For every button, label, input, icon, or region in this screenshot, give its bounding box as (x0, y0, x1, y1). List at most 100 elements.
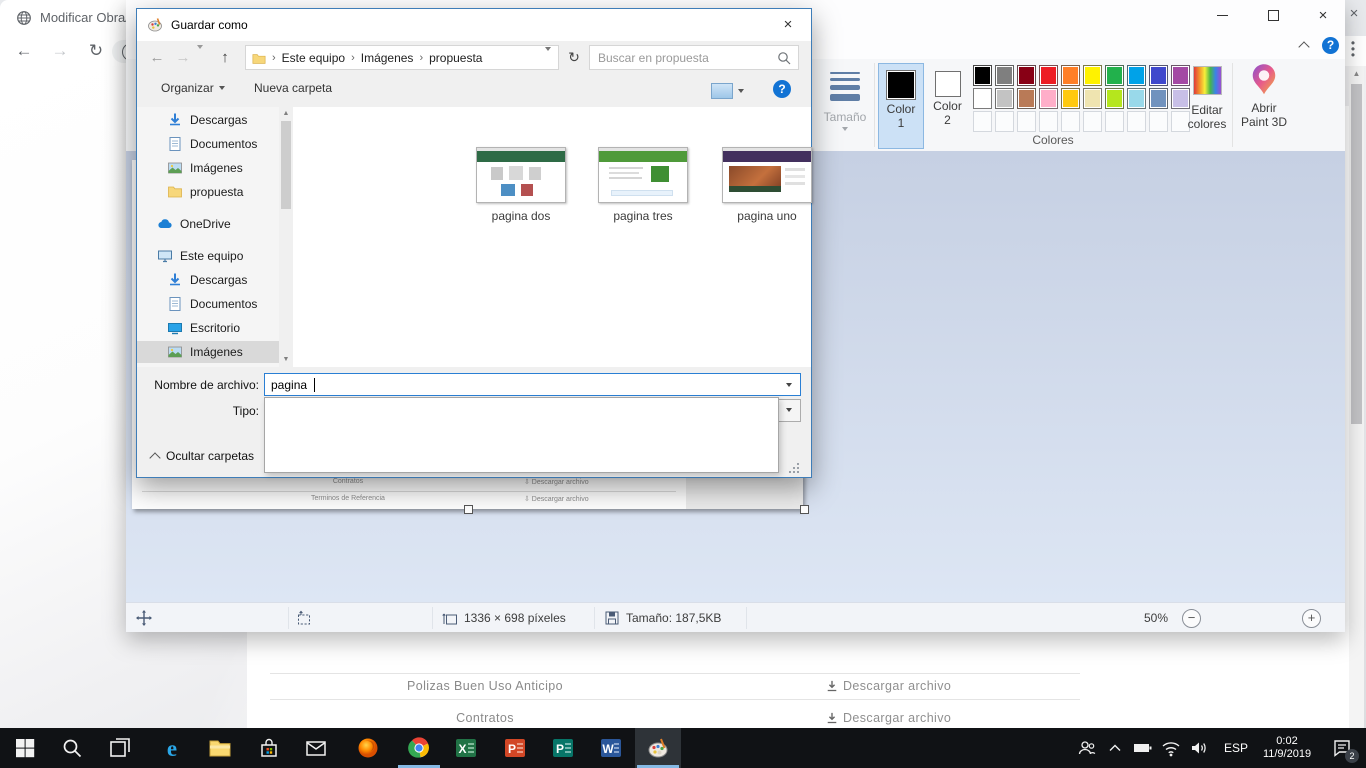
minimize-button[interactable] (1207, 7, 1237, 23)
color1-button[interactable]: Color 1 (878, 63, 924, 149)
palette-swatch-empty[interactable] (1039, 111, 1058, 132)
scrollbar-thumb[interactable] (281, 121, 291, 209)
scroll-up-icon[interactable]: ▲ (1351, 68, 1362, 79)
palette-swatch[interactable] (1149, 65, 1168, 86)
taskbar-icon-file-explorer[interactable] (208, 736, 232, 760)
download-link[interactable]: Descargar archivo (826, 711, 951, 725)
taskbar-icon-firefox[interactable] (356, 736, 380, 760)
sidebar-item-escritorio[interactable]: Escritorio (137, 317, 279, 339)
palette-swatch[interactable] (1039, 65, 1058, 86)
zoom-in-button[interactable]: + (1302, 609, 1321, 628)
search-icon[interactable] (777, 51, 791, 65)
palette-swatch[interactable] (1149, 88, 1168, 109)
language-indicator[interactable]: ESP (1224, 741, 1248, 755)
taskbar-icon-paint[interactable] (646, 736, 670, 760)
palette-swatch[interactable] (1105, 65, 1124, 86)
taskbar-icon-publisher[interactable]: P (551, 736, 575, 760)
paint-help-icon[interactable]: ? (1322, 37, 1339, 54)
palette-swatch[interactable] (995, 88, 1014, 109)
breadcrumb-item[interactable]: propuesta (427, 51, 484, 65)
up-icon[interactable]: ↑ (213, 45, 237, 70)
palette-swatch[interactable] (995, 65, 1014, 86)
palette-swatch-empty[interactable] (1017, 111, 1036, 132)
palette-swatch[interactable] (1017, 65, 1036, 86)
palette-swatch[interactable] (1127, 88, 1146, 109)
palette-swatch-empty[interactable] (1083, 111, 1102, 132)
palette-swatch[interactable] (973, 88, 992, 109)
palette-swatch[interactable] (1061, 88, 1080, 109)
show-hidden-icons-chevron[interactable] (1104, 737, 1126, 759)
battery-icon[interactable] (1132, 737, 1154, 759)
people-icon[interactable] (1076, 737, 1098, 759)
dialog-forward-icon[interactable]: → (171, 45, 195, 70)
palette-swatch-empty[interactable] (1105, 111, 1124, 132)
palette-swatch[interactable] (1127, 65, 1146, 86)
palette-swatch-empty[interactable] (973, 111, 992, 132)
view-mode-button[interactable] (711, 83, 744, 99)
edit-colors-button[interactable]: Editar colores (1184, 63, 1230, 147)
forward-icon[interactable]: → (48, 39, 72, 63)
wifi-icon[interactable] (1160, 737, 1182, 759)
filename-input[interactable]: pagina (264, 373, 801, 396)
sidebar-item-documentos[interactable]: Documentos (137, 133, 279, 155)
taskbar-icon-powerpoint[interactable]: P (503, 736, 527, 760)
palette-swatch-empty[interactable] (1149, 111, 1168, 132)
canvas-resize-handle-corner[interactable] (800, 505, 809, 514)
palette-swatch[interactable] (1083, 88, 1102, 109)
sidebar-item-descargas[interactable]: Descargas (137, 269, 279, 291)
palette-swatch-empty[interactable] (1127, 111, 1146, 132)
color2-button[interactable]: Color 2 (926, 63, 969, 147)
scroll-up-icon[interactable]: ▲ (282, 110, 290, 118)
chevron-down-icon[interactable] (786, 383, 792, 387)
breadcrumb-item[interactable]: Imágenes (359, 51, 416, 65)
new-folder-button[interactable]: Nueva carpeta (254, 81, 332, 95)
taskbar-icon-chrome[interactable] (407, 736, 431, 760)
open-paint3d-button[interactable]: Abrir Paint 3D (1239, 61, 1289, 149)
palette-swatch[interactable] (1105, 88, 1124, 109)
history-chevron-icon[interactable] (193, 45, 207, 70)
breadcrumb[interactable]: ›Este equipo›Imágenes›propuesta (245, 45, 559, 70)
sidebar-item-imágenes[interactable]: Imágenes (137, 341, 279, 363)
breadcrumb-item[interactable]: Este equipo (280, 51, 347, 65)
browser-close-icon[interactable]: × (1344, 4, 1364, 24)
organize-button[interactable]: Organizar (161, 81, 225, 95)
sidebar-item-este-equipo[interactable]: Este equipo (137, 245, 279, 267)
file-item[interactable]: pagina uno (715, 147, 819, 223)
palette-swatch[interactable] (1061, 65, 1080, 86)
palette-swatch[interactable] (1083, 65, 1102, 86)
taskbar-icon-mail[interactable] (304, 736, 328, 760)
refresh-icon[interactable]: ↻ (563, 45, 585, 70)
sidebar-item-propuesta[interactable]: propuesta (137, 181, 279, 203)
search-box[interactable]: Buscar en propuesta (589, 45, 799, 70)
maximize-button[interactable] (1258, 7, 1288, 23)
scrollbar-thumb[interactable] (1351, 84, 1362, 424)
sidebar-item-documentos[interactable]: Documentos (137, 293, 279, 315)
volume-icon[interactable] (1188, 737, 1210, 759)
sidebar-item-imágenes[interactable]: Imágenes (137, 157, 279, 179)
dialog-resize-grip[interactable] (787, 461, 799, 473)
palette-swatch-empty[interactable] (1061, 111, 1080, 132)
filetype-dropdown-panel[interactable] (264, 397, 779, 473)
hide-folders-button[interactable]: Ocultar carpetas (151, 449, 254, 463)
sidebar-item-descargas[interactable]: Descargas (137, 109, 279, 131)
sidebar-scrollbar[interactable]: ▲ ▼ (279, 107, 293, 367)
file-item[interactable]: pagina dos (469, 147, 573, 223)
breadcrumb-dropdown-icon[interactable] (545, 51, 558, 65)
taskbar-icon-excel[interactable]: X (454, 736, 478, 760)
palette-swatch-empty[interactable] (995, 111, 1014, 132)
browser-menu-icon[interactable]: ••• (1348, 40, 1358, 60)
taskbar-icon-edge[interactable]: e (160, 736, 184, 760)
taskbar-icon-word[interactable]: W (599, 736, 623, 760)
page-scrollbar[interactable]: ▲ (1349, 66, 1364, 728)
scroll-down-icon[interactable]: ▼ (282, 356, 290, 364)
download-link[interactable]: Descargar archivo (826, 679, 951, 693)
dialog-close-icon[interactable]: × (771, 13, 805, 37)
palette-swatch[interactable] (1017, 88, 1036, 109)
canvas-resize-handle-bottom[interactable] (464, 505, 473, 514)
palette-swatch[interactable] (973, 65, 992, 86)
taskbar-icon-search[interactable] (60, 736, 84, 760)
dialog-back-icon[interactable]: ← (145, 45, 169, 70)
reload-icon[interactable]: ↻ (84, 39, 108, 63)
palette-swatch[interactable] (1039, 88, 1058, 109)
sidebar-item-onedrive[interactable]: OneDrive (137, 213, 279, 235)
